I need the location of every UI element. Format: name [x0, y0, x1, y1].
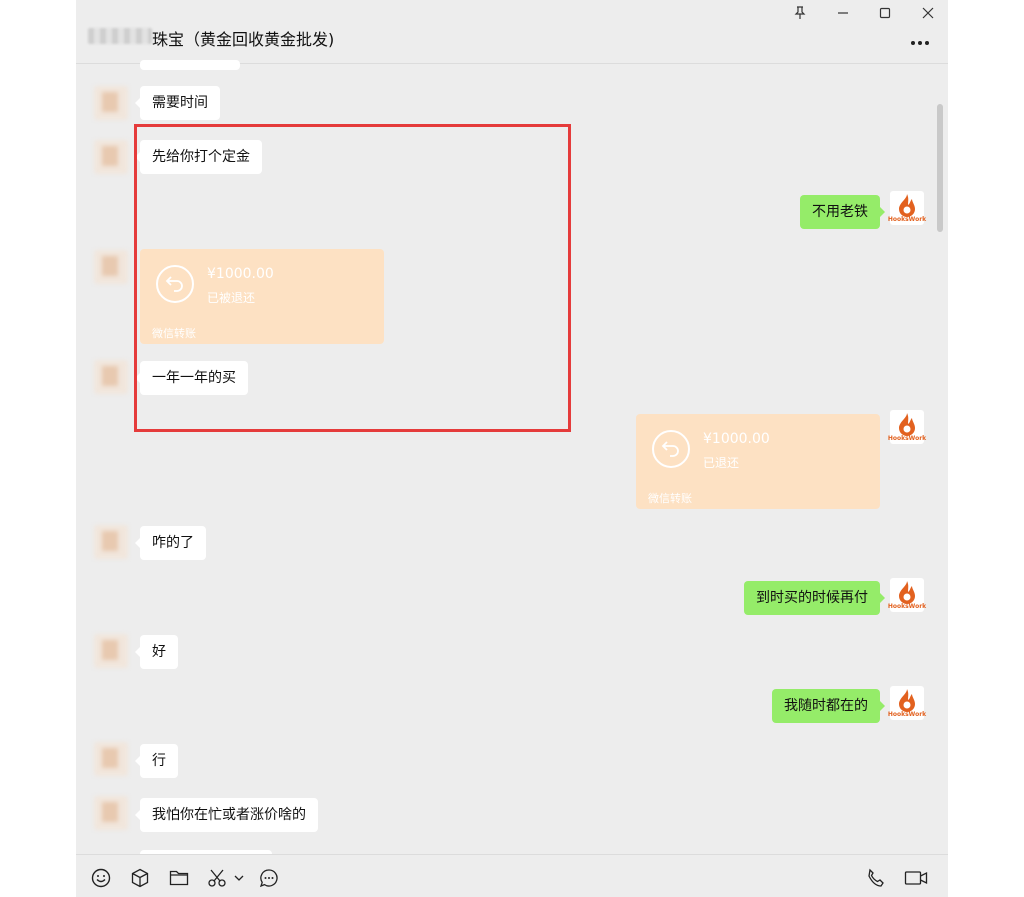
chat-title: 珠宝（黄金回收黄金批发)	[152, 30, 335, 49]
folder-icon[interactable]	[168, 867, 190, 889]
contact-avatar[interactable]	[94, 742, 128, 776]
scrollbar[interactable]	[937, 104, 943, 232]
hookswork-logo-icon	[899, 194, 915, 217]
chevron-down-icon[interactable]	[232, 867, 246, 889]
contact-avatar[interactable]	[94, 140, 128, 174]
contact-avatar[interactable]	[94, 86, 128, 120]
message-list[interactable]: 需要时间 先给你打个定金 不用老铁 HooksWork ¥1000.00 已被退…	[76, 60, 948, 860]
transfer-label: 微信转账	[648, 492, 692, 505]
message-bubble[interactable]: 咋的了	[135, 526, 206, 560]
video-icon[interactable]	[904, 867, 928, 889]
pin-icon[interactable]	[788, 4, 812, 22]
package-icon[interactable]	[129, 867, 151, 889]
message-bubble[interactable]: 好	[135, 635, 178, 669]
message-bubble[interactable]: 行	[135, 744, 178, 778]
more-options-icon[interactable]	[908, 36, 932, 50]
message-bubble[interactable]: 需要时间	[135, 86, 220, 120]
hookswork-logo-icon	[899, 413, 915, 436]
emoji-icon[interactable]	[90, 867, 112, 889]
sent-message-bubble[interactable]: 不用老铁	[800, 195, 885, 229]
self-avatar[interactable]: HooksWork	[888, 191, 926, 225]
sent-transfer-card[interactable]: ¥1000.00 已退还 微信转账	[636, 414, 880, 509]
hookswork-logo-icon	[899, 689, 915, 712]
phone-icon[interactable]	[865, 867, 887, 889]
scissors-icon[interactable]	[206, 867, 228, 889]
chat-window: 珠宝（黄金回收黄金批发) 需要时间 先给你打个定金 不用老铁 HooksWork…	[76, 0, 948, 897]
self-avatar[interactable]: HooksWork	[888, 686, 926, 720]
contact-avatar[interactable]	[94, 360, 128, 394]
highlight-box	[134, 124, 571, 432]
self-avatar[interactable]: HooksWork	[888, 578, 926, 612]
close-icon[interactable]	[916, 4, 940, 22]
title-bar: 珠宝（黄金回收黄金批发)	[76, 0, 948, 64]
hookswork-logo-icon	[899, 581, 915, 604]
input-toolbar	[76, 854, 948, 897]
transfer-status: 已退还	[703, 456, 740, 470]
blurred-name	[88, 28, 152, 44]
message-bubble[interactable]: 我怕你在忙或者涨价啥的	[135, 798, 318, 832]
sent-message-bubble[interactable]: 到时买的时候再付	[744, 581, 885, 615]
contact-avatar[interactable]	[94, 634, 128, 668]
self-avatar[interactable]: HooksWork	[888, 410, 926, 444]
maximize-icon[interactable]	[873, 4, 897, 22]
partial-message	[140, 60, 240, 70]
contact-avatar[interactable]	[94, 250, 128, 284]
chat-history-icon[interactable]	[258, 867, 280, 889]
minimize-icon[interactable]	[831, 4, 855, 22]
contact-avatar[interactable]	[94, 796, 128, 830]
return-arrow-icon	[652, 430, 690, 468]
transfer-amount: ¥1000.00	[703, 431, 770, 447]
contact-avatar[interactable]	[94, 525, 128, 559]
sent-message-bubble[interactable]: 我随时都在的	[772, 689, 885, 723]
